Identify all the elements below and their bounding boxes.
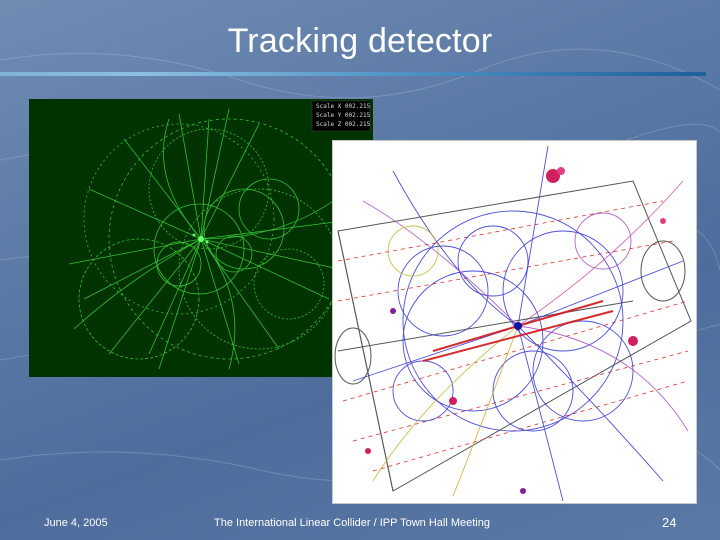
footer-meeting-title: The International Linear Collider / IPP … bbox=[214, 517, 490, 529]
title-underline bbox=[0, 72, 706, 76]
slide-page-number: 24 bbox=[662, 515, 677, 530]
green-event-display: Scale X 002.215 Scale Y 002.215 Scale Z … bbox=[29, 99, 373, 377]
color-tracks-image bbox=[333, 141, 696, 503]
footer-date: June 4, 2005 bbox=[44, 517, 108, 529]
slide: Tracking detector Scale X 002.215 Scale … bbox=[0, 0, 720, 540]
slide-title: Tracking detector bbox=[227, 22, 493, 60]
color-event-display bbox=[333, 141, 696, 503]
scale-z-readout: Scale Z 002.215 bbox=[316, 121, 371, 128]
scale-x-readout: Scale X 002.215 bbox=[316, 103, 371, 110]
scale-y-readout: Scale Y 002.215 bbox=[316, 112, 371, 119]
green-tracks-image bbox=[29, 99, 373, 377]
